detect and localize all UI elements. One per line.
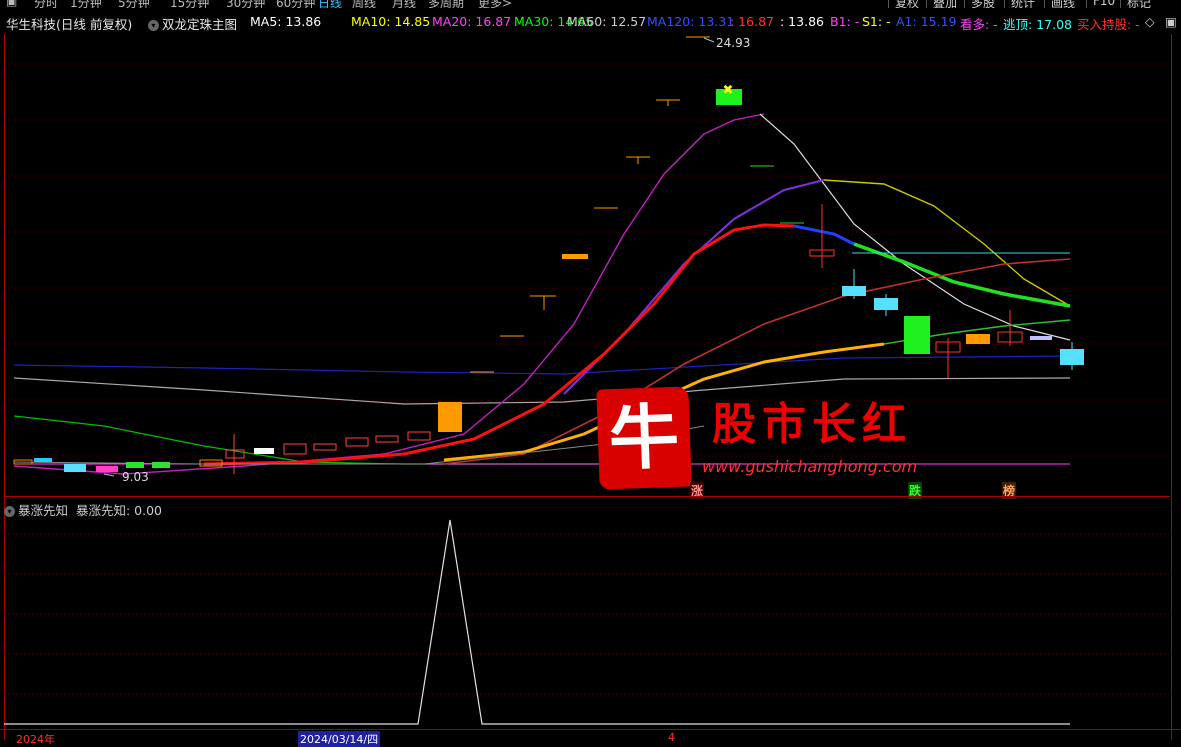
peak-marker-icon: ✖ [723, 83, 734, 98]
tab-more[interactable]: 更多> [478, 0, 512, 8]
ma10-value: MA10: 14.85 [351, 14, 431, 29]
ma30-line [13, 415, 604, 465]
overlay-button[interactable]: 叠加 [926, 0, 957, 8]
stock-title: 华生科技(日线 前复权) [6, 17, 133, 32]
tab-monthly[interactable]: 月线 [392, 0, 416, 8]
draw-line-button[interactable]: 画线 [1044, 0, 1075, 8]
diamond-icon[interactable]: ◇ [1145, 14, 1155, 29]
tab-weekly[interactable]: 周线 [352, 0, 376, 8]
window-icon[interactable]: ▣ [1165, 14, 1177, 29]
a1-value: A1: 15.19 [896, 14, 957, 29]
low-price-label: 9.03 [122, 470, 149, 484]
s1-value: S1: - [862, 14, 891, 29]
mark-button[interactable]: 标记 [1120, 0, 1151, 8]
kline-chart[interactable]: ✖ 24.93 9.03 [4, 34, 1174, 496]
tab-5min[interactable]: 5分钟 [118, 0, 150, 8]
cursor-date: 2024/03/14/四 [298, 731, 381, 747]
surge-signal-line [4, 519, 1070, 725]
multi-stock-button[interactable]: 多股 [964, 0, 995, 8]
tab-15min[interactable]: 15分钟 [170, 0, 209, 8]
blue-trend-line [793, 224, 855, 246]
high-price-label: 24.93 [716, 36, 750, 50]
tab-fenshi[interactable]: 分时 [34, 0, 58, 8]
indicator-bar: 华生科技(日线 前复权) ▾ 双龙定珠主图 MA5: 13.86 MA10: 14… [0, 14, 1181, 34]
sub-indicator-chart[interactable] [4, 498, 1174, 728]
formula-name[interactable]: ▾ 双龙定珠主图 [148, 14, 237, 33]
red-line-value: : 16.87 [730, 14, 774, 29]
ma120-value: MA120: 13.31 [647, 14, 735, 29]
period-toolbar: ▣ 分时 1分钟 5分钟 15分钟 30分钟 60分钟 日线 周线 月线 多周期… [0, 0, 1181, 8]
chevron-down-icon[interactable]: ▾ [148, 20, 159, 31]
x-axis: 2024年 2024/03/14/四 4 [0, 729, 1181, 747]
ma5-value: MA5: 13.86 [250, 14, 322, 29]
fuquan-button[interactable]: 复权 [888, 0, 919, 8]
f10-button[interactable]: F10 [1086, 0, 1115, 8]
ma120-line [13, 355, 1071, 375]
tab-30min[interactable]: 30分钟 [226, 0, 265, 8]
kanduo-value: 看多: - [960, 17, 998, 32]
watermark-site: www.gushichanghong.com [702, 457, 918, 476]
tab-daily[interactable]: 日线 [318, 0, 342, 8]
candles [13, 36, 1084, 474]
tab-60min[interactable]: 60分钟 [276, 0, 315, 8]
white-line-value: : 13.86 [780, 14, 824, 29]
buy-hold-value: 买入持股: - [1077, 17, 1140, 32]
pane-divider[interactable] [4, 496, 1170, 497]
ma20-value: MA20: 16.87 [432, 14, 512, 29]
menu-icon[interactable]: ▣ [6, 0, 17, 8]
grid [4, 63, 1170, 457]
b1-value: B1: - [830, 14, 860, 29]
x-axis-year: 2024年 [16, 733, 55, 746]
stats-button[interactable]: 统计 [1004, 0, 1035, 8]
watermark-logo: 牛 [596, 386, 692, 490]
ma60-value: MA60: 12.57 [567, 14, 647, 29]
x-axis-month: 4 [668, 731, 675, 744]
tab-multi-period[interactable]: 多周期 [428, 0, 464, 8]
tab-1min[interactable]: 1分钟 [70, 0, 102, 8]
taoding-value: 逃顶: 17.08 [1003, 17, 1072, 32]
watermark-brand: 股市长红 [712, 399, 912, 450]
